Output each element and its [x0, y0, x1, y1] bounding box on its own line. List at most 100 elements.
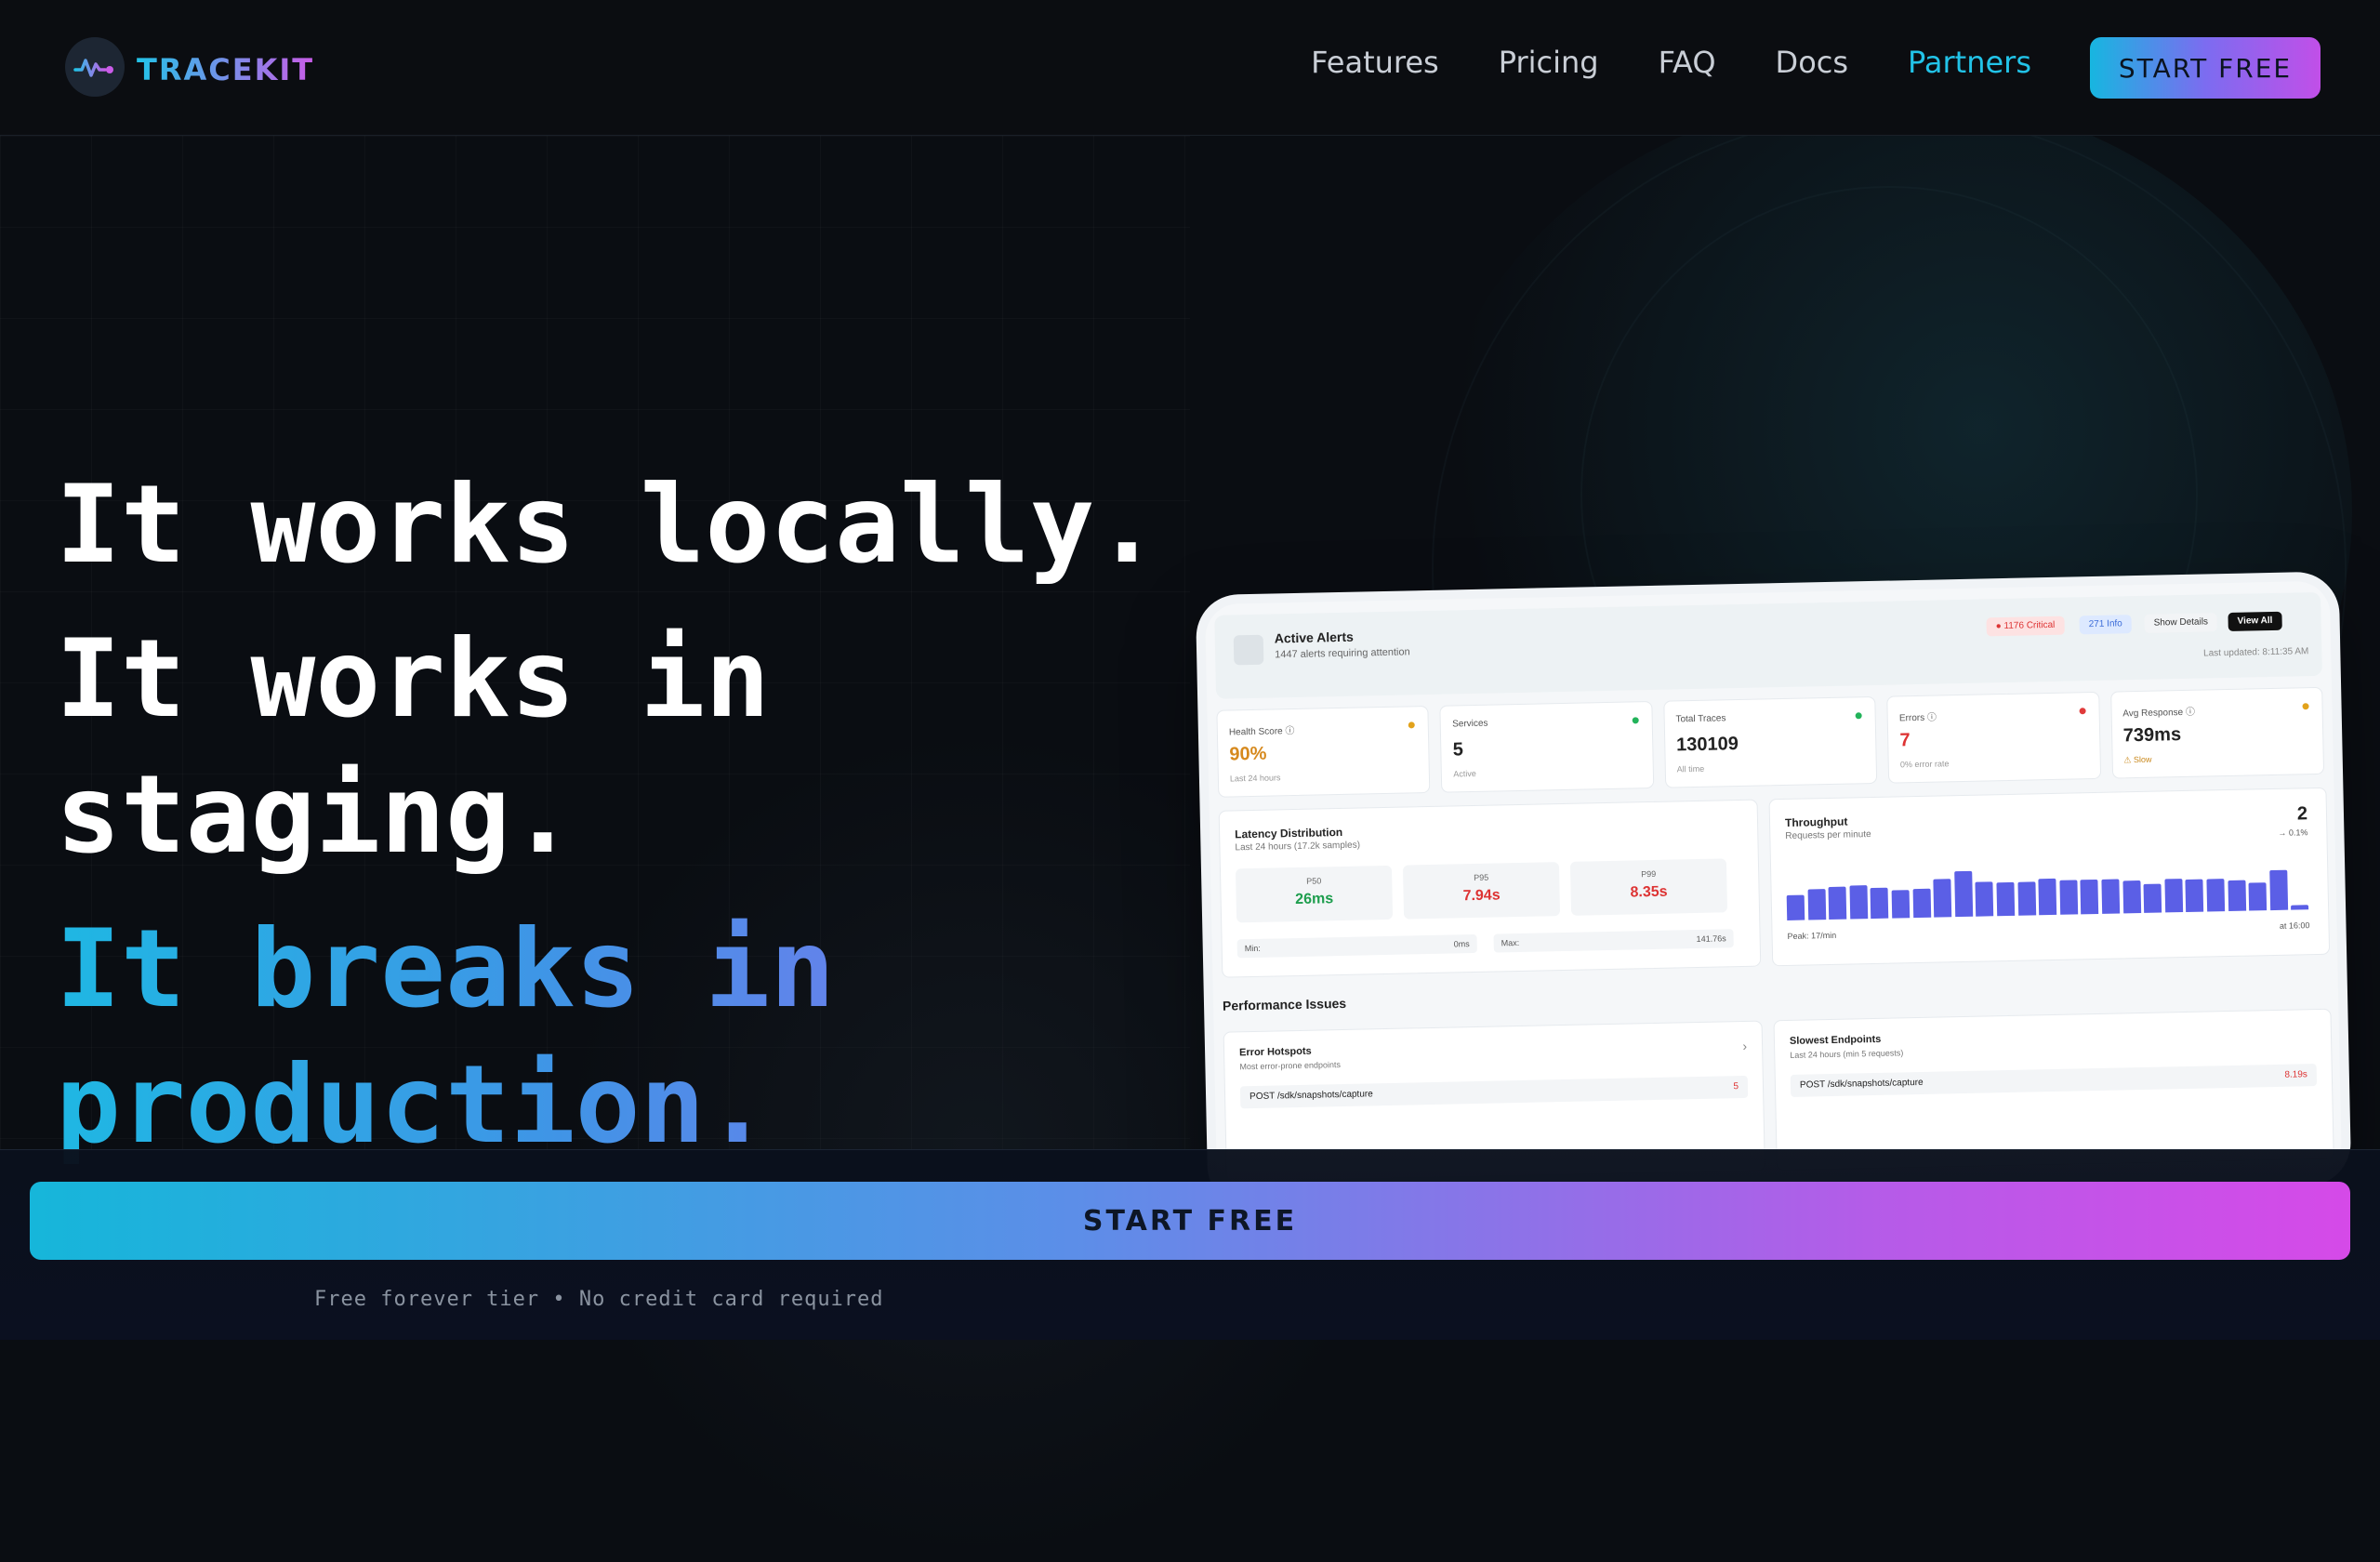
show-details-button[interactable]: Show Details	[2144, 613, 2218, 633]
alert-icon	[1233, 634, 1264, 666]
throughput-bar	[1807, 889, 1826, 920]
throughput-bars	[1786, 854, 2317, 920]
throughput-bar	[1912, 888, 1931, 919]
throughput-bar	[2080, 879, 2099, 915]
metric-card-health: Health Score ⓘ 90% Last 24 hours	[1216, 705, 1431, 798]
table-row[interactable]: POST /sdk/snapshots/capture 5	[1239, 1075, 1749, 1109]
start-free-button[interactable]: START FREE	[30, 1182, 2350, 1260]
nav-link-partners[interactable]: Partners	[1908, 45, 2031, 80]
logo-icon[interactable]	[65, 37, 125, 97]
throughput-bar	[1975, 881, 1994, 917]
hotspots-subtitle: Most error-prone endpoints	[1239, 1060, 1342, 1072]
throughput-subtitle: Requests per minute	[1785, 829, 1871, 841]
alerts-header: Active Alerts 1447 alerts requiring atte…	[1214, 591, 2322, 699]
metric-value: 7	[1899, 730, 1911, 751]
p50-box: P50 26ms	[1235, 865, 1394, 923]
alerts-title: Active Alerts	[1274, 629, 1355, 646]
metric-sub: Active	[1453, 768, 1476, 779]
status-dot	[1408, 721, 1416, 729]
throughput-bar	[1786, 894, 1805, 920]
hotspots-title: Error Hotspots	[1238, 1045, 1312, 1059]
nav-links: Features Pricing FAQ Docs Partners	[1311, 45, 2031, 80]
throughput-peak: Peak: 17/min	[1787, 930, 1837, 941]
error-count: 5	[1733, 1081, 1739, 1092]
hero-headline: It works locally. It works in staging. I…	[56, 457, 1160, 1173]
throughput-bar	[2038, 878, 2057, 916]
throughput-bar	[1933, 879, 1952, 918]
nav-link-faq[interactable]: FAQ	[1659, 45, 1716, 80]
metric-value: 130109	[1675, 734, 1739, 756]
metric-card-response: Avg Response ⓘ 739ms ⚠ Slow	[2109, 686, 2325, 779]
p99-label: P99	[1641, 868, 1657, 880]
metric-card-services: Services 5 Active	[1439, 700, 1655, 793]
table-row[interactable]: POST /sdk/snapshots/capture 8.19s	[1790, 1064, 2318, 1097]
throughput-bar	[2143, 883, 2162, 913]
dashboard-preview: Active Alerts 1447 alerts requiring atte…	[1205, 580, 2343, 1199]
max-value: 141.76s	[1696, 933, 1726, 945]
throughput-bar	[2164, 879, 2183, 913]
metric-value: 5	[1452, 739, 1464, 761]
p99-box: P99 8.35s	[1569, 858, 1728, 916]
alerts-subtitle: 1447 alerts requiring attention	[1275, 646, 1410, 661]
throughput-bar	[2269, 869, 2288, 911]
throughput-bar	[1996, 881, 2016, 917]
metric-value: 90%	[1229, 743, 1267, 765]
info-badge: 271 Info	[2079, 615, 2133, 635]
metric-label: Errors ⓘ	[1898, 712, 1937, 724]
metric-label: Avg Response ⓘ	[2122, 707, 2196, 720]
metric-label: Total Traces	[1675, 713, 1726, 725]
latency-max: Max: 141.76s	[1493, 929, 1734, 953]
hero-line-staging-2: staging.	[56, 752, 575, 878]
slowest-title: Slowest Endpoints	[1789, 1033, 1882, 1047]
hero-line-production-1: It breaks in	[56, 902, 1153, 1038]
status-dot	[1855, 712, 1862, 720]
throughput-delta: → 0.1%	[2278, 827, 2308, 838]
metric-card-errors: Errors ⓘ 7 0% error rate	[1886, 691, 2101, 784]
min-label: Min:	[1244, 943, 1261, 954]
throughput-panel: Throughput Requests per minute 2 → 0.1% …	[1768, 787, 2331, 967]
slowest-subtitle: Last 24 hours (min 5 requests)	[1790, 1048, 1904, 1060]
metric-label: Health Score ⓘ	[1228, 726, 1295, 738]
max-label: Max:	[1501, 937, 1520, 948]
chevron-right-icon[interactable]: ›	[1742, 1039, 1747, 1053]
nav-start-free-button[interactable]: START FREE	[2090, 37, 2320, 99]
throughput-bar	[2122, 880, 2141, 914]
status-dot	[2079, 708, 2086, 715]
cta-note: Free forever tier • No credit card requi…	[314, 1288, 884, 1311]
throughput-value: 2	[2296, 803, 2308, 825]
slowest-endpoints-panel[interactable]: Slowest Endpoints Last 24 hours (min 5 r…	[1773, 1008, 2334, 1172]
metric-cards: Health Score ⓘ 90% Last 24 hours Service…	[1216, 686, 2325, 798]
throughput-bar	[1870, 887, 1889, 920]
throughput-bar	[2228, 880, 2246, 912]
throughput-title: Throughput	[1784, 814, 1848, 829]
throughput-peak-time: at 16:00	[2279, 920, 2310, 931]
brand-name[interactable]: TRACEKIT	[137, 52, 314, 87]
p50-label: P50	[1306, 876, 1322, 886]
view-all-button[interactable]: View All	[2228, 611, 2282, 631]
p95-box: P95 7.94s	[1402, 862, 1561, 920]
throughput-bar	[1828, 886, 1847, 920]
latency-min: Min: 0ms	[1236, 933, 1477, 959]
metric-sub: Last 24 hours	[1229, 773, 1281, 784]
throughput-bar	[2206, 879, 2226, 912]
throughput-bar	[1849, 885, 1869, 920]
latency-title: Latency Distribution	[1235, 825, 1343, 841]
last-updated: Last updated: 8:11:35 AM	[2202, 646, 2309, 659]
min-value: 0ms	[1453, 939, 1470, 949]
sticky-cta-bar: START FREE Free forever tier • No credit…	[0, 1149, 2380, 1340]
p95-value: 7.94s	[1462, 887, 1501, 905]
performance-issues-title: Performance Issues	[1222, 995, 1347, 1013]
metric-sub: ⚠ Slow	[2123, 754, 2152, 765]
nav-link-pricing[interactable]: Pricing	[1499, 45, 1599, 80]
metric-value: 739ms	[2122, 724, 2182, 747]
p99-value: 8.35s	[1630, 883, 1668, 901]
throughput-bar	[1953, 870, 1974, 918]
metric-label: Services	[1452, 718, 1488, 730]
endpoint-name: POST /sdk/snapshots/capture	[1799, 1077, 1924, 1091]
hero-line-locally: It works locally.	[56, 462, 1160, 588]
nav-link-docs[interactable]: Docs	[1776, 45, 1848, 80]
status-dot	[1632, 717, 1639, 724]
top-navbar: TRACEKIT Features Pricing FAQ Docs Partn…	[0, 0, 2380, 136]
status-dot	[2302, 703, 2309, 710]
nav-link-features[interactable]: Features	[1311, 45, 1439, 80]
